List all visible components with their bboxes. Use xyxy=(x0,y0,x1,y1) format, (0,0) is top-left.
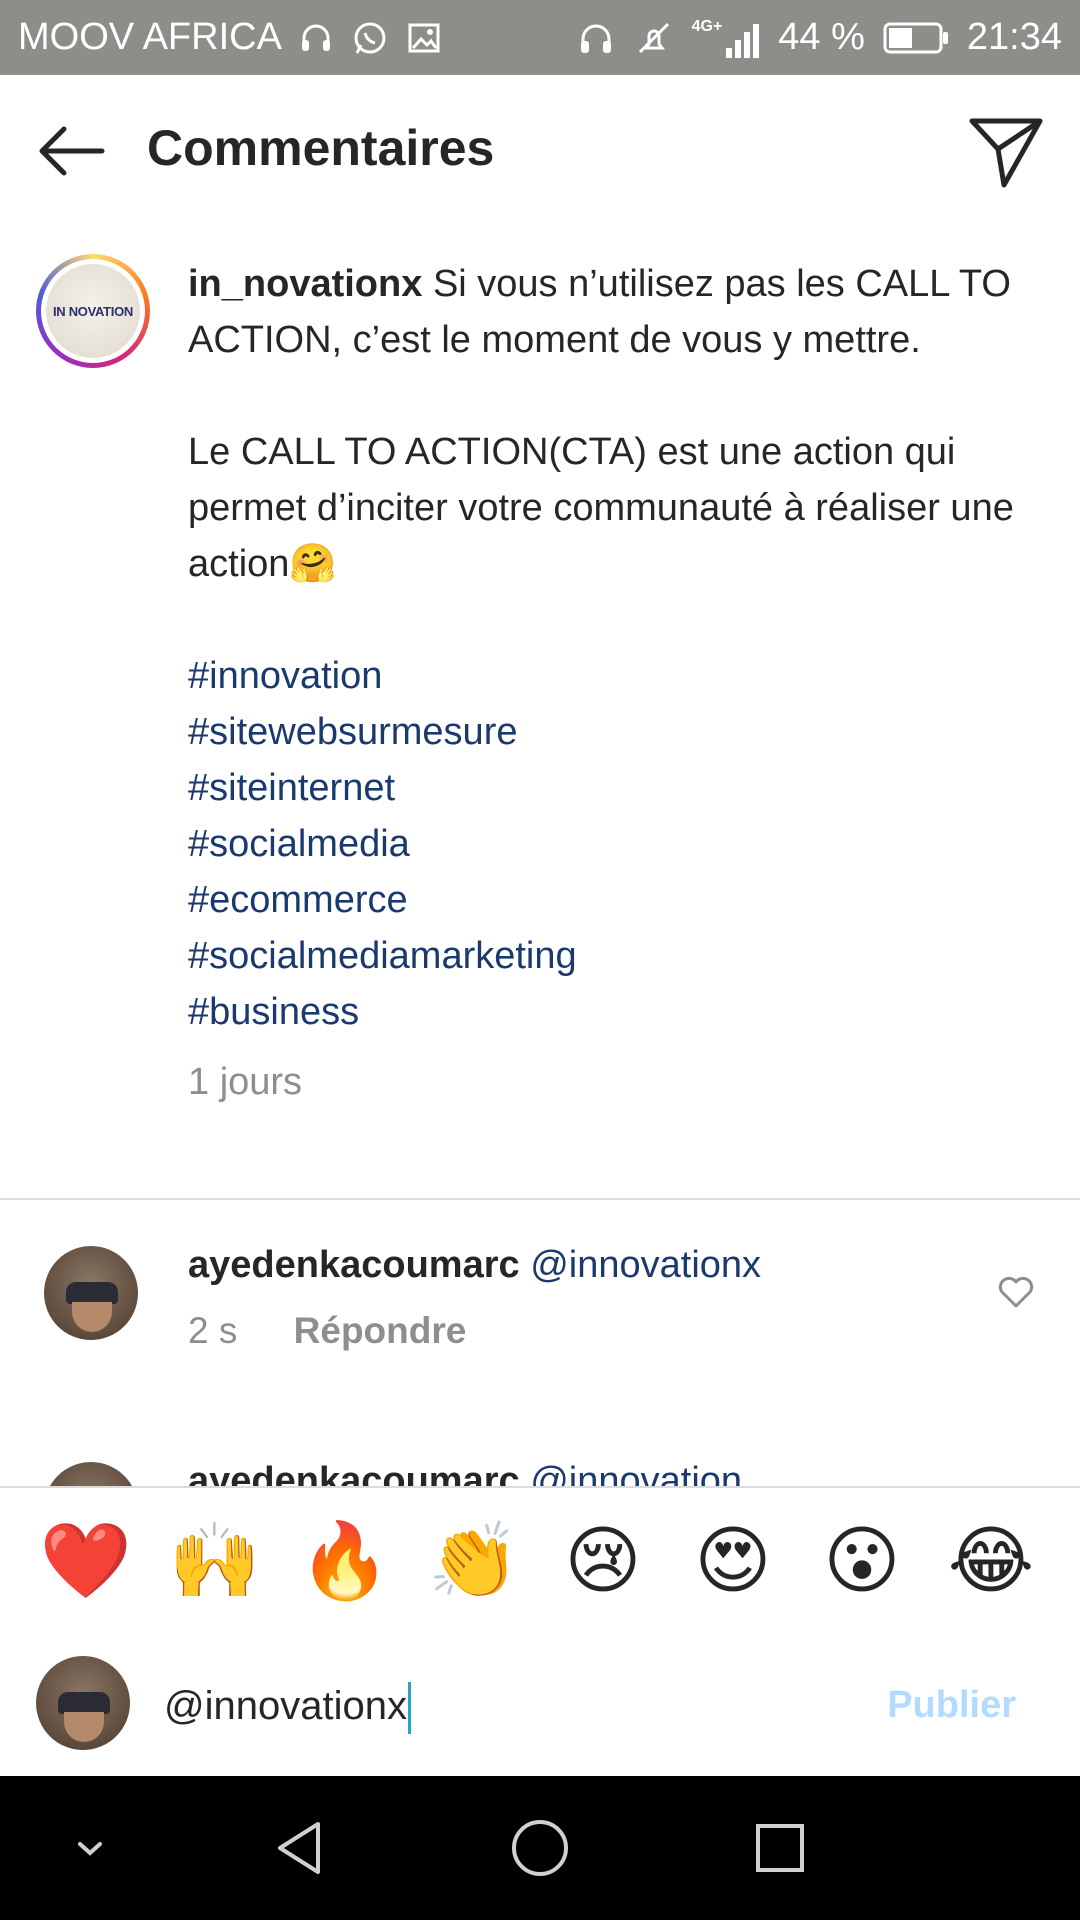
clock: 21:34 xyxy=(966,16,1062,58)
carrier-name: MOOV AFRICA xyxy=(18,16,282,58)
comment-text: ayedenkacoumarc @innovation xyxy=(188,1456,742,1486)
hugging-face-emoji: 🤗 xyxy=(289,543,337,585)
post-caption: IN NOVATION in_novationx Si vous n’utili… xyxy=(0,220,1080,1200)
gallery-icon xyxy=(404,18,444,58)
comment-composer: @innovationx Publier xyxy=(0,1634,1080,1776)
comment-mention[interactable]: @innovation xyxy=(530,1460,742,1486)
emoji-astonished[interactable]: 😮 xyxy=(812,1518,912,1604)
circle-home-icon xyxy=(512,1820,568,1876)
comment-input-value: @innovationx xyxy=(164,1684,407,1728)
text-caret xyxy=(407,1682,411,1735)
caption-first-paragraph: in_novationx Si vous n’utilisez pas les … xyxy=(188,256,1028,368)
story-ring[interactable]: IN NOVATION xyxy=(36,254,150,368)
battery-icon xyxy=(883,21,949,55)
recents-nav-button[interactable] xyxy=(750,1818,810,1878)
send-button[interactable] xyxy=(968,113,1044,189)
comment-item: ayedenkacoumarc @innovation xyxy=(0,1400,1080,1486)
logo-text: IN NOVATION xyxy=(53,303,133,319)
heart-outline-icon xyxy=(998,1276,1034,1308)
emoji-tears-of-joy[interactable]: 😂 xyxy=(941,1518,1041,1604)
publish-button[interactable]: Publier xyxy=(887,1684,1016,1727)
commenter-avatar[interactable] xyxy=(44,1246,138,1340)
hashtag-link[interactable]: #siteinternet xyxy=(188,760,1028,816)
header: Commentaires xyxy=(0,75,1080,220)
comment-mention[interactable]: @innovationx xyxy=(530,1244,761,1286)
comment-text: ayedenkacoumarc @innovationx xyxy=(188,1240,761,1290)
commenter-avatar[interactable] xyxy=(44,1462,138,1486)
emoji-raising-hands[interactable]: 🙌 xyxy=(165,1518,265,1604)
emoji-heart-eyes[interactable]: 😍 xyxy=(683,1518,783,1604)
square-recents-icon xyxy=(756,1824,804,1872)
hashtag-link[interactable]: #sitewebsurmesure xyxy=(188,704,1028,760)
comment-meta: 2 s Répondre xyxy=(188,1310,466,1352)
hashtag-list: #innovation #sitewebsurmesure #siteinterne… xyxy=(188,648,1028,1040)
mute-icon xyxy=(634,18,674,58)
network-type: 4G+ xyxy=(691,17,723,35)
like-button[interactable] xyxy=(996,1272,1036,1312)
back-nav-button[interactable] xyxy=(270,1818,330,1878)
hashtag-link[interactable]: #ecommerce xyxy=(188,872,1028,928)
headset-icon xyxy=(296,18,336,58)
hashtag-link[interactable]: #socialmedia xyxy=(188,816,1028,872)
emoji-clapping[interactable]: 👏 xyxy=(424,1518,524,1604)
current-user-avatar xyxy=(36,1656,130,1750)
page-title: Commentaires xyxy=(147,120,495,176)
home-nav-button[interactable] xyxy=(510,1818,570,1878)
triangle-back-icon xyxy=(278,1822,320,1874)
status-bar: MOOV AFRICA 4G+ 44 % 21:34 xyxy=(0,0,1080,75)
back-button[interactable] xyxy=(34,115,106,187)
emoji-fire[interactable]: 🔥 xyxy=(295,1518,395,1604)
comment-input[interactable]: @innovationx xyxy=(164,1674,844,1738)
emoji-red-heart[interactable]: ❤️ xyxy=(36,1518,136,1604)
comment-item: ayedenkacoumarc @innovationx 2 s Répondr… xyxy=(0,1200,1080,1400)
whatsapp-icon xyxy=(350,18,390,58)
caption-second-paragraph: Le CALL TO ACTION(CTA) est une action qu… xyxy=(188,424,1028,592)
comment-time: 2 s xyxy=(188,1310,238,1351)
hashtag-link[interactable]: #innovation xyxy=(188,648,1028,704)
caption-username[interactable]: in_novationx xyxy=(188,263,422,305)
post-age: 1 jours xyxy=(188,1061,303,1103)
comment-username[interactable]: ayedenkacoumarc xyxy=(188,1460,520,1486)
comment-username[interactable]: ayedenkacoumarc xyxy=(188,1244,520,1286)
hashtag-link[interactable]: #socialmediamarketing xyxy=(188,928,1028,984)
headphones-icon xyxy=(576,18,616,58)
send-icon xyxy=(969,118,1043,188)
caption-body: in_novationx Si vous n’utilisez pas les … xyxy=(188,256,1028,1110)
hide-keyboard-button[interactable] xyxy=(60,1818,120,1878)
chevron-down-icon xyxy=(78,1842,102,1856)
signal-icon: 4G+ xyxy=(692,18,761,58)
reply-button[interactable]: Répondre xyxy=(294,1310,467,1351)
emoji-crying[interactable]: 😢 xyxy=(553,1518,653,1604)
emoji-quick-bar: ❤️ 🙌 🔥 👏 😢 😍 😮 😂 xyxy=(0,1486,1080,1636)
navigation-bar xyxy=(0,1776,1080,1920)
avatar: IN NOVATION xyxy=(46,264,140,358)
back-arrow-icon xyxy=(39,126,105,176)
battery-percent: 44 % xyxy=(778,16,865,58)
hashtag-link[interactable]: #business xyxy=(188,984,1028,1040)
